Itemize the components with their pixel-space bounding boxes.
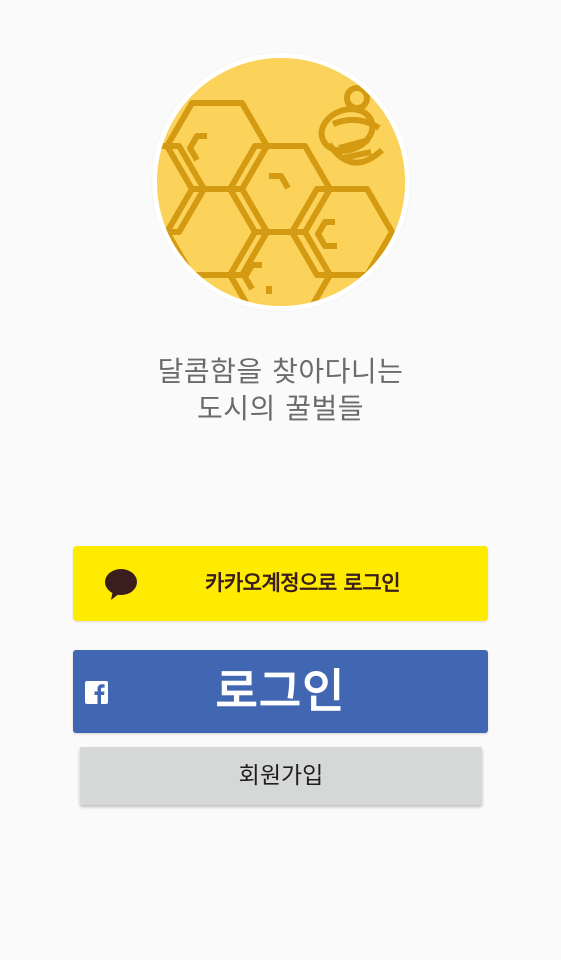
honeycomb-bee-logo-icon (157, 58, 405, 306)
facebook-login-button[interactable]: 로그인 (73, 650, 488, 733)
tagline-line-2: 도시의 꿀벌들 (197, 392, 364, 425)
kakao-login-label: 카카오계정으로 로그인 (205, 571, 401, 595)
kakao-speech-bubble-icon (105, 569, 137, 600)
tagline-line-1: 달콤함을 찾아다니는 (157, 355, 404, 388)
kakao-login-button[interactable]: 카카오계정으로 로그인 (73, 546, 488, 621)
facebook-login-label: 로그인 (215, 664, 346, 718)
app-logo (152, 53, 410, 311)
signup-label: 회원가입 (238, 763, 324, 789)
signup-button[interactable]: 회원가입 (80, 747, 482, 805)
